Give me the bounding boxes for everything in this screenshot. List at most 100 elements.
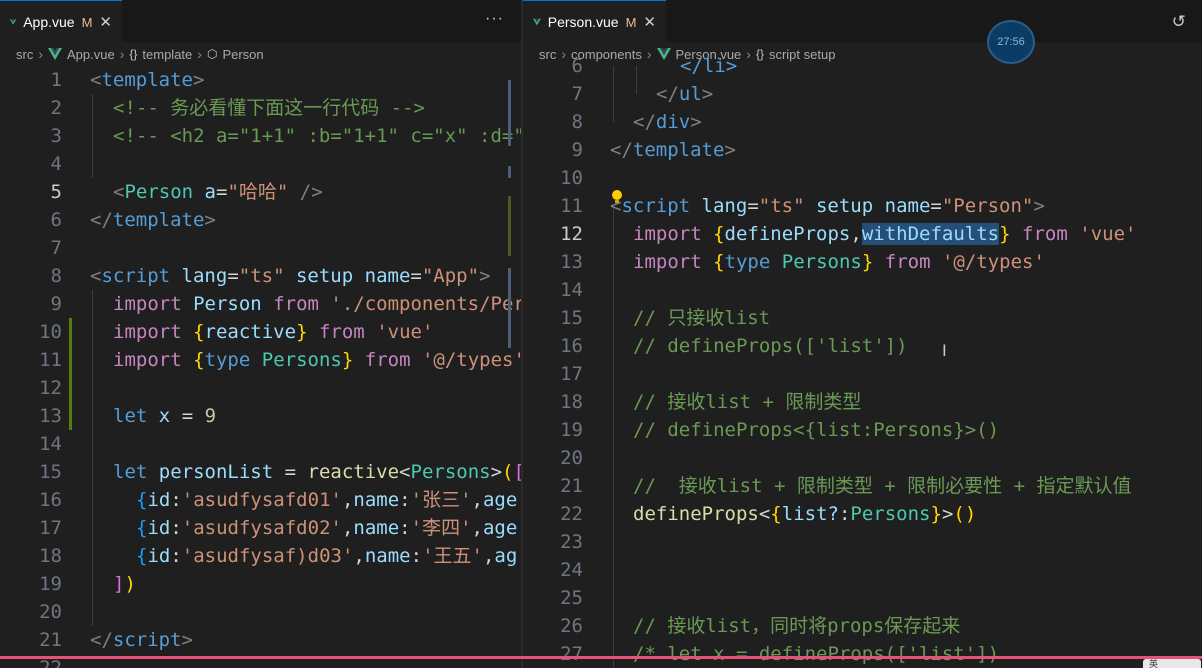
code-line: 16 {id:'asudfysafd01',name:'张三',age: [0, 486, 522, 514]
code-token: script: [101, 265, 171, 287]
code-token: ul: [678, 83, 702, 105]
line-number: 18: [560, 391, 583, 413]
line-number: 10: [560, 167, 583, 189]
line-number: 5: [50, 181, 62, 203]
ime-indicator[interactable]: 英: [1143, 659, 1201, 668]
code-token: Persons: [410, 461, 491, 483]
code-token: personList: [158, 461, 274, 483]
code-token: from: [1022, 223, 1068, 245]
code-token: age: [482, 489, 518, 511]
breadcrumb-item[interactable]: template: [142, 47, 192, 62]
code-token: type: [724, 251, 771, 273]
code-line: 13 import {type Persons} from '@/types': [523, 248, 1202, 276]
code-token: import: [113, 293, 182, 315]
breadcrumb-item[interactable]: App.vue: [67, 47, 115, 62]
code-token: setup: [815, 195, 874, 217]
overview-ruler-mark: [508, 166, 511, 178]
code-token: script: [112, 629, 182, 651]
line-number: 15: [39, 461, 62, 483]
history-icon[interactable]: ↺: [1172, 12, 1186, 32]
code-comment: // 只接收list: [633, 307, 771, 329]
vue-icon: [533, 18, 541, 26]
code-line: 12: [0, 374, 522, 402]
close-icon[interactable]: ✕: [643, 13, 656, 31]
code-token: ag: [494, 545, 518, 567]
code-comment: // 接收list + 限制类型 + 限制必要性 + 指定默认值: [633, 475, 1132, 497]
modified-indicator: M: [81, 14, 93, 30]
tab-app-vue[interactable]: App.vue M ✕: [0, 0, 122, 43]
code-line: 20: [0, 598, 522, 626]
timer-badge: 27:56: [987, 20, 1035, 64]
code-token: Persons: [781, 251, 862, 273]
code-line: 4: [0, 150, 522, 178]
line-number: 11: [560, 195, 583, 217]
code-line: 25: [523, 584, 1202, 612]
line-number: 8: [50, 265, 62, 287]
code-line: 20: [523, 444, 1202, 472]
code-token: name: [364, 545, 411, 567]
code-token: import: [633, 223, 702, 245]
code-token: x: [158, 405, 171, 427]
chevron-right-icon: ›: [197, 46, 202, 62]
code-token: 'asudfysaf)d03': [181, 545, 354, 567]
code-line: 14: [0, 430, 522, 458]
code-token: template: [112, 209, 205, 231]
code-token: lang: [701, 195, 748, 217]
code-token: './components/Per: [330, 293, 522, 315]
tab-label: Person.vue: [547, 14, 619, 30]
code-line: 5 <Person a="哈哈" />: [0, 178, 522, 206]
code-token: name: [353, 489, 400, 511]
more-actions-icon[interactable]: ···: [485, 10, 504, 28]
code-token: from: [273, 293, 319, 315]
code-line: 6 </template>: [0, 206, 522, 234]
text-cursor-icon: I: [942, 341, 947, 360]
breadcrumb-item[interactable]: src: [16, 47, 33, 62]
line-number: 17: [560, 363, 583, 385]
line-number: 20: [560, 447, 583, 469]
line-number: 1: [50, 69, 62, 91]
code-token: from: [364, 349, 411, 371]
code-token: 9: [204, 405, 217, 427]
line-number: 22: [560, 503, 583, 525]
code-token: Person: [124, 181, 194, 203]
line-number: 7: [571, 83, 583, 105]
code-line: 3 <!-- <h2 a="1+1" :b="1+1" c="x" :d=": [0, 122, 522, 150]
line-number: 20: [39, 601, 62, 623]
code-token: '王五': [422, 545, 483, 567]
line-number: 9: [50, 293, 62, 315]
code-token: script: [621, 195, 691, 217]
code-comment: // defineProps<{list:Persons}>(): [633, 419, 1000, 441]
breadcrumb-item[interactable]: Person: [222, 47, 263, 62]
code-line: 6 </li>: [523, 52, 1202, 80]
line-number: 3: [50, 125, 62, 147]
tag-icon: ⬡: [206, 47, 218, 61]
code-line: 17 {id:'asudfysafd02',name:'李四',age: [0, 514, 522, 542]
code-token: "ts": [758, 195, 805, 217]
line-number: 16: [39, 489, 62, 511]
code-line: 23: [523, 528, 1202, 556]
line-number: 15: [560, 307, 583, 329]
code-token: 'vue': [376, 321, 434, 343]
code-token: Person: [193, 293, 262, 315]
code-line: 8 <script lang="ts" setup name="App">: [0, 262, 522, 290]
code-token: "哈哈": [227, 181, 289, 203]
chevron-right-icon: ›: [38, 46, 44, 62]
code-line: 15let personList = reactive<Persons>([: [0, 458, 522, 486]
code-line: 15 // 只接收list: [523, 304, 1202, 332]
code-comment: // 接收list，同时将props保存起来: [633, 615, 961, 637]
code-token: "Person": [941, 195, 1034, 217]
line-number: 12: [560, 223, 583, 245]
code-line: 18 {id:'asudfysaf)d03',name:'王五',ag: [0, 542, 522, 570]
line-number: 24: [560, 559, 583, 581]
code-token: list?: [781, 503, 839, 525]
code-comment: <!-- <h2 a="1+1" :b="1+1" c="x" :d=": [113, 125, 522, 147]
lightbulb-icon[interactable]: [611, 190, 623, 204]
selected-text[interactable]: withDefaults: [861, 223, 1000, 245]
tab-person-vue[interactable]: Person.vue M ✕: [523, 0, 666, 43]
close-icon[interactable]: ✕: [99, 13, 112, 31]
code-token: import: [113, 321, 182, 343]
code-token: Persons: [850, 503, 931, 525]
code-line: 27 /* let x = defineProps(['list']): [523, 640, 1202, 668]
code-token: defineProps: [724, 223, 851, 245]
code-line: 9 </template>: [523, 136, 1202, 164]
